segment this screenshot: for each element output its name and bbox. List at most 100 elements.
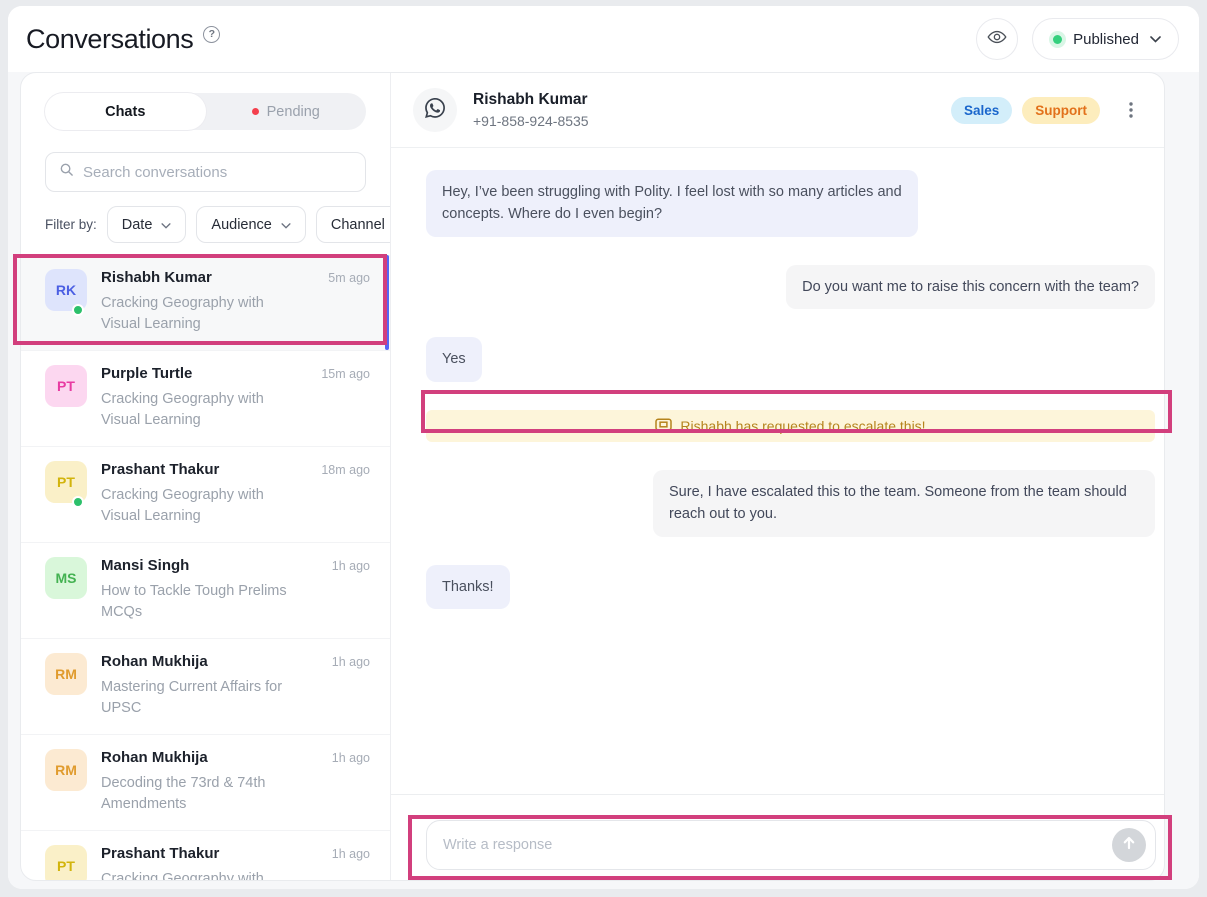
conversation-time: 15m ago xyxy=(321,367,370,381)
header-actions: Published xyxy=(976,18,1179,60)
conversation-time: 18m ago xyxy=(321,463,370,477)
chevron-down-icon xyxy=(161,217,171,233)
conversation-name: Purple Turtle xyxy=(101,365,192,383)
composer-area xyxy=(391,794,1164,880)
contact-phone: +91-858-924-8535 xyxy=(473,113,589,129)
filter-channel-label: Channel xyxy=(331,217,385,233)
conversation-time: 1h ago xyxy=(332,559,370,573)
message-row: Thanks! xyxy=(426,565,1155,609)
message-row: Do you want me to raise this concern wit… xyxy=(426,265,1155,309)
conversation-time: 1h ago xyxy=(332,751,370,765)
chats-pending-tabs: Chats Pending xyxy=(45,93,366,130)
filter-date-dropdown[interactable]: Date xyxy=(107,206,187,243)
app-header: Conversations ? Published xyxy=(8,6,1199,72)
sidebar-controls: Chats Pending Filter b xyxy=(21,73,390,243)
escalation-banner-text: Rishabh has requested to escalate this! xyxy=(680,418,925,434)
message-row: Yes xyxy=(426,337,1155,381)
conversation-time: 1h ago xyxy=(332,655,370,669)
conversation-list: RK Rishabh Kumar5m ago Cracking Geograph… xyxy=(21,255,390,880)
tab-pending[interactable]: Pending xyxy=(206,93,367,130)
chat-header: Rishabh Kumar +91-858-924-8535 Sales Sup… xyxy=(391,73,1164,148)
help-icon[interactable]: ? xyxy=(203,26,220,43)
channel-avatar xyxy=(413,88,457,132)
avatar: RM xyxy=(45,749,87,791)
preview-button[interactable] xyxy=(976,18,1018,60)
filter-audience-label: Audience xyxy=(211,217,271,233)
incoming-message: Yes xyxy=(426,337,482,381)
conversation-preview: Decoding the 73rd & 74th Amendments xyxy=(101,773,306,815)
response-input-box xyxy=(426,820,1156,870)
whatsapp-icon xyxy=(425,98,445,123)
conversation-item[interactable]: PT Prashant Thakur 1h ago Cracking Geogra… xyxy=(21,830,390,880)
filter-date-label: Date xyxy=(122,217,153,233)
arrow-up-icon xyxy=(1121,835,1137,856)
conversation-preview: Mastering Current Affairs for UPSC xyxy=(101,677,306,719)
conversation-preview: Cracking Geography with Visual Learning xyxy=(101,485,306,527)
tag-support[interactable]: Support xyxy=(1022,97,1100,124)
outgoing-message: Do you want me to raise this concern wit… xyxy=(786,265,1155,309)
chevron-down-icon xyxy=(1150,30,1161,48)
conversation-time: 5m ago xyxy=(328,271,370,285)
ticket-icon xyxy=(655,418,672,434)
conversation-preview: Cracking Geography with Visual Learning xyxy=(101,293,306,335)
chat-panel: Rishabh Kumar +91-858-924-8535 Sales Sup… xyxy=(391,73,1164,880)
filter-channel-dropdown[interactable]: Channel xyxy=(316,206,391,243)
conversation-item[interactable]: RM Rohan Mukhija 1h ago Decoding the 73rd… xyxy=(21,734,390,830)
eye-icon xyxy=(987,27,1007,52)
incoming-message: Hey, I’ve been struggling with Polity. I… xyxy=(426,170,918,237)
tab-chats-label: Chats xyxy=(105,104,145,120)
contact-name: Rishabh Kumar xyxy=(473,91,589,109)
online-status-dot xyxy=(72,304,84,316)
tag-sales[interactable]: Sales xyxy=(951,97,1012,124)
filter-row: Filter by: Date Audience Channel xyxy=(45,206,366,243)
page-title: Conversations xyxy=(26,24,193,55)
message-thread: Hey, I’ve been struggling with Polity. I… xyxy=(391,148,1164,794)
avatar: RM xyxy=(45,653,87,695)
conversation-name: Mansi Singh xyxy=(101,557,189,575)
escalation-banner-row: Rishabh has requested to escalate this! xyxy=(426,410,1155,442)
conversation-preview: How to Tackle Tough Prelims MCQs xyxy=(101,581,306,623)
tab-chats[interactable]: Chats xyxy=(45,93,206,130)
kebab-icon xyxy=(1129,102,1133,118)
filter-by-label: Filter by: xyxy=(45,217,97,232)
conversation-preview: Cracking Geography with Visual Learning xyxy=(101,389,306,431)
published-status-label: Published xyxy=(1073,31,1139,48)
conversation-preview: Cracking Geography with Visual Learning xyxy=(101,869,306,880)
content-card: Chats Pending Filter b xyxy=(20,72,1165,881)
response-input[interactable] xyxy=(443,837,1112,853)
message-row: Hey, I’ve been struggling with Polity. I… xyxy=(426,170,1155,237)
avatar: MS xyxy=(45,557,87,599)
chevron-down-icon xyxy=(281,217,291,233)
avatar: PT xyxy=(45,365,87,407)
conversation-item[interactable]: MS Mansi Singh 1h ago How to Tackle Tough… xyxy=(21,542,390,638)
conversation-item[interactable]: RM Rohan Mukhija 1h ago Mastering Current… xyxy=(21,638,390,734)
publish-status-dropdown[interactable]: Published xyxy=(1032,18,1179,60)
more-options-button[interactable] xyxy=(1118,97,1144,123)
conversation-item[interactable]: RK Rishabh Kumar5m ago Cracking Geograph… xyxy=(21,255,390,350)
avatar: PT xyxy=(45,845,87,880)
filter-audience-dropdown[interactable]: Audience xyxy=(196,206,305,243)
search-icon xyxy=(59,162,74,182)
escalation-banner: Rishabh has requested to escalate this! xyxy=(426,410,1155,442)
published-status-dot xyxy=(1053,35,1062,44)
conversation-name: Prashant Thakur xyxy=(101,845,219,863)
conversation-name: Rohan Mukhija xyxy=(101,749,208,767)
conversation-time: 1h ago xyxy=(332,847,370,861)
message-row: Sure, I have escalated this to the team.… xyxy=(426,470,1155,537)
conversation-name: Rohan Mukhija xyxy=(101,653,208,671)
outgoing-message: Sure, I have escalated this to the team.… xyxy=(653,470,1155,537)
conversation-item[interactable]: PT Prashant Thakur18m ago Cracking Geogr… xyxy=(21,446,390,542)
sidebar-scrollbar[interactable] xyxy=(385,255,389,350)
conversation-name: Rishabh Kumar xyxy=(101,269,212,287)
search-conversations xyxy=(45,152,366,192)
tab-pending-label: Pending xyxy=(267,104,320,120)
pending-dot xyxy=(252,108,259,115)
search-input[interactable] xyxy=(83,164,352,181)
incoming-message: Thanks! xyxy=(426,565,510,609)
online-status-dot xyxy=(72,496,84,508)
send-button[interactable] xyxy=(1112,828,1146,862)
conversations-sidebar: Chats Pending Filter b xyxy=(21,73,391,880)
conversation-item[interactable]: PT Purple Turtle 15m ago Cracking Geograp… xyxy=(21,350,390,446)
conversation-name: Prashant Thakur xyxy=(101,461,219,479)
app-window: Conversations ? Published xyxy=(8,6,1199,889)
